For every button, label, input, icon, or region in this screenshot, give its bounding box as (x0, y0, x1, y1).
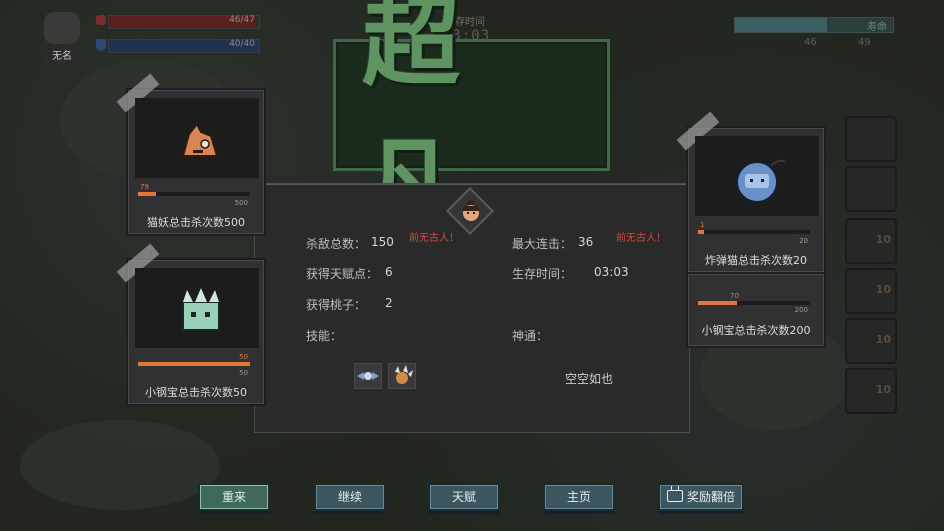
reward-double-label: 奖励翻倍 (686, 490, 735, 504)
progress-total: 20 (799, 237, 808, 245)
progress-total: 200 (794, 306, 808, 314)
achievement-card: 50 50 小钢宝总击杀次数50 (116, 243, 266, 406)
progress-total: 500 (234, 199, 248, 207)
skills-label: 技能： (306, 329, 343, 343)
hp-text: 46/47 (229, 15, 255, 25)
divine-empty-text: 空空如也 (565, 372, 614, 386)
side-slot-2[interactable]: 10 (845, 268, 897, 314)
player-name: 无名 (43, 50, 81, 64)
side-slot-4[interactable]: 10 (845, 368, 897, 414)
talent-points-label: 获得天赋点： (306, 267, 379, 281)
achievement-name: 小钢宝总击杀次数50 (145, 386, 247, 399)
achievement-card: 1 20 炸弹猫总击杀次数20 (676, 111, 826, 274)
result-title-panel: 超凡 (333, 0, 610, 242)
skill-slot-1[interactable] (354, 363, 382, 389)
progress-fill (698, 301, 738, 305)
heart-icon (96, 15, 106, 25)
kills-value: 150 (371, 235, 394, 249)
side-slot-1[interactable]: 10 (845, 218, 897, 264)
hero-portrait-icon (463, 200, 479, 221)
hp-bar: 46/47 (108, 15, 260, 29)
bomb-cat-icon (736, 159, 786, 203)
skill-slot-2[interactable] (388, 363, 416, 389)
lifespan-text: 寿命 (867, 22, 887, 33)
side-slot-count: 10 (875, 283, 891, 296)
progress-bar (138, 192, 250, 196)
tv-icon (666, 490, 683, 502)
lifespan-bar: 寿命 (734, 17, 894, 33)
survive-time-value: 03:03 (594, 265, 629, 279)
spiky-monster-icon (182, 288, 220, 331)
avatar-face (44, 12, 80, 44)
cat-demon-icon (181, 122, 219, 157)
mp-text: 40/40 (229, 39, 255, 49)
achievement-name: 炸弹猫总击杀次数20 (705, 254, 807, 267)
restart-button[interactable]: 重来 (198, 483, 270, 511)
peaches-value: 2 (385, 296, 393, 310)
kills-label: 杀敌总数： (306, 237, 367, 251)
resource-count-2: 49 (858, 37, 871, 48)
lifespan-bar-fill (735, 18, 827, 32)
progress-current: 1 (700, 221, 705, 229)
combo-record-badge: 前无古人！ (616, 233, 666, 244)
side-slot-count: 10 (875, 383, 891, 396)
talent-button[interactable]: 天赋 (428, 483, 500, 511)
achievement-name: 小钢宝总击杀次数200 (701, 324, 811, 337)
progress-bar (698, 230, 810, 234)
progress-fill (138, 192, 156, 196)
side-slot-eye[interactable] (845, 116, 897, 162)
bg-ground-shape (20, 420, 220, 510)
achievement-card: 70 200 小钢宝总击杀次数200 (686, 272, 826, 348)
survive-time-label: 生存时间： (512, 267, 573, 281)
combo-value: 36 (578, 235, 594, 249)
reward-double-button[interactable]: 奖励翻倍 (658, 483, 744, 511)
progress-fill (698, 230, 704, 234)
progress-current: 50 (239, 353, 248, 361)
achievement-name: 猫妖总击杀次数500 (147, 216, 245, 229)
progress-current: 79 (140, 183, 149, 191)
combo-label: 最大连击： (512, 237, 573, 251)
home-button[interactable]: 主页 (543, 483, 615, 511)
talent-points-value: 6 (385, 265, 393, 279)
skill-spiky-icon (395, 365, 413, 384)
side-slot-count: 10 (875, 233, 891, 246)
side-slot-beast[interactable] (845, 166, 897, 212)
panel-top-line (255, 184, 689, 185)
resource-count-1: 46 (804, 37, 817, 48)
shield-icon (96, 39, 106, 51)
achievement-image (135, 98, 259, 178)
continue-button[interactable]: 继续 (314, 483, 386, 511)
progress-bar (698, 301, 810, 305)
side-slot-count: 10 (875, 333, 891, 346)
progress-bar (138, 362, 250, 366)
mp-bar: 40/40 (108, 39, 260, 53)
result-stats-panel: 杀敌总数： 150 前无古人！ 最大连击： 36 前无古人！ 获得天赋点： 6 … (254, 183, 690, 433)
player-avatar: 无名 (40, 10, 84, 64)
achievement-image (135, 268, 259, 348)
skill-wings-icon (357, 372, 379, 380)
progress-current: 70 (730, 292, 739, 300)
progress-total: 50 (239, 369, 248, 377)
achievement-image (695, 136, 819, 216)
divine-label: 神通： (512, 329, 549, 343)
peaches-label: 获得桃子： (306, 298, 367, 312)
achievement-card: 79 500 猫妖总击杀次数500 (116, 73, 266, 236)
side-slot-3[interactable]: 10 (845, 318, 897, 364)
progress-fill (138, 362, 250, 366)
kills-record-badge: 前无古人！ (409, 233, 459, 244)
